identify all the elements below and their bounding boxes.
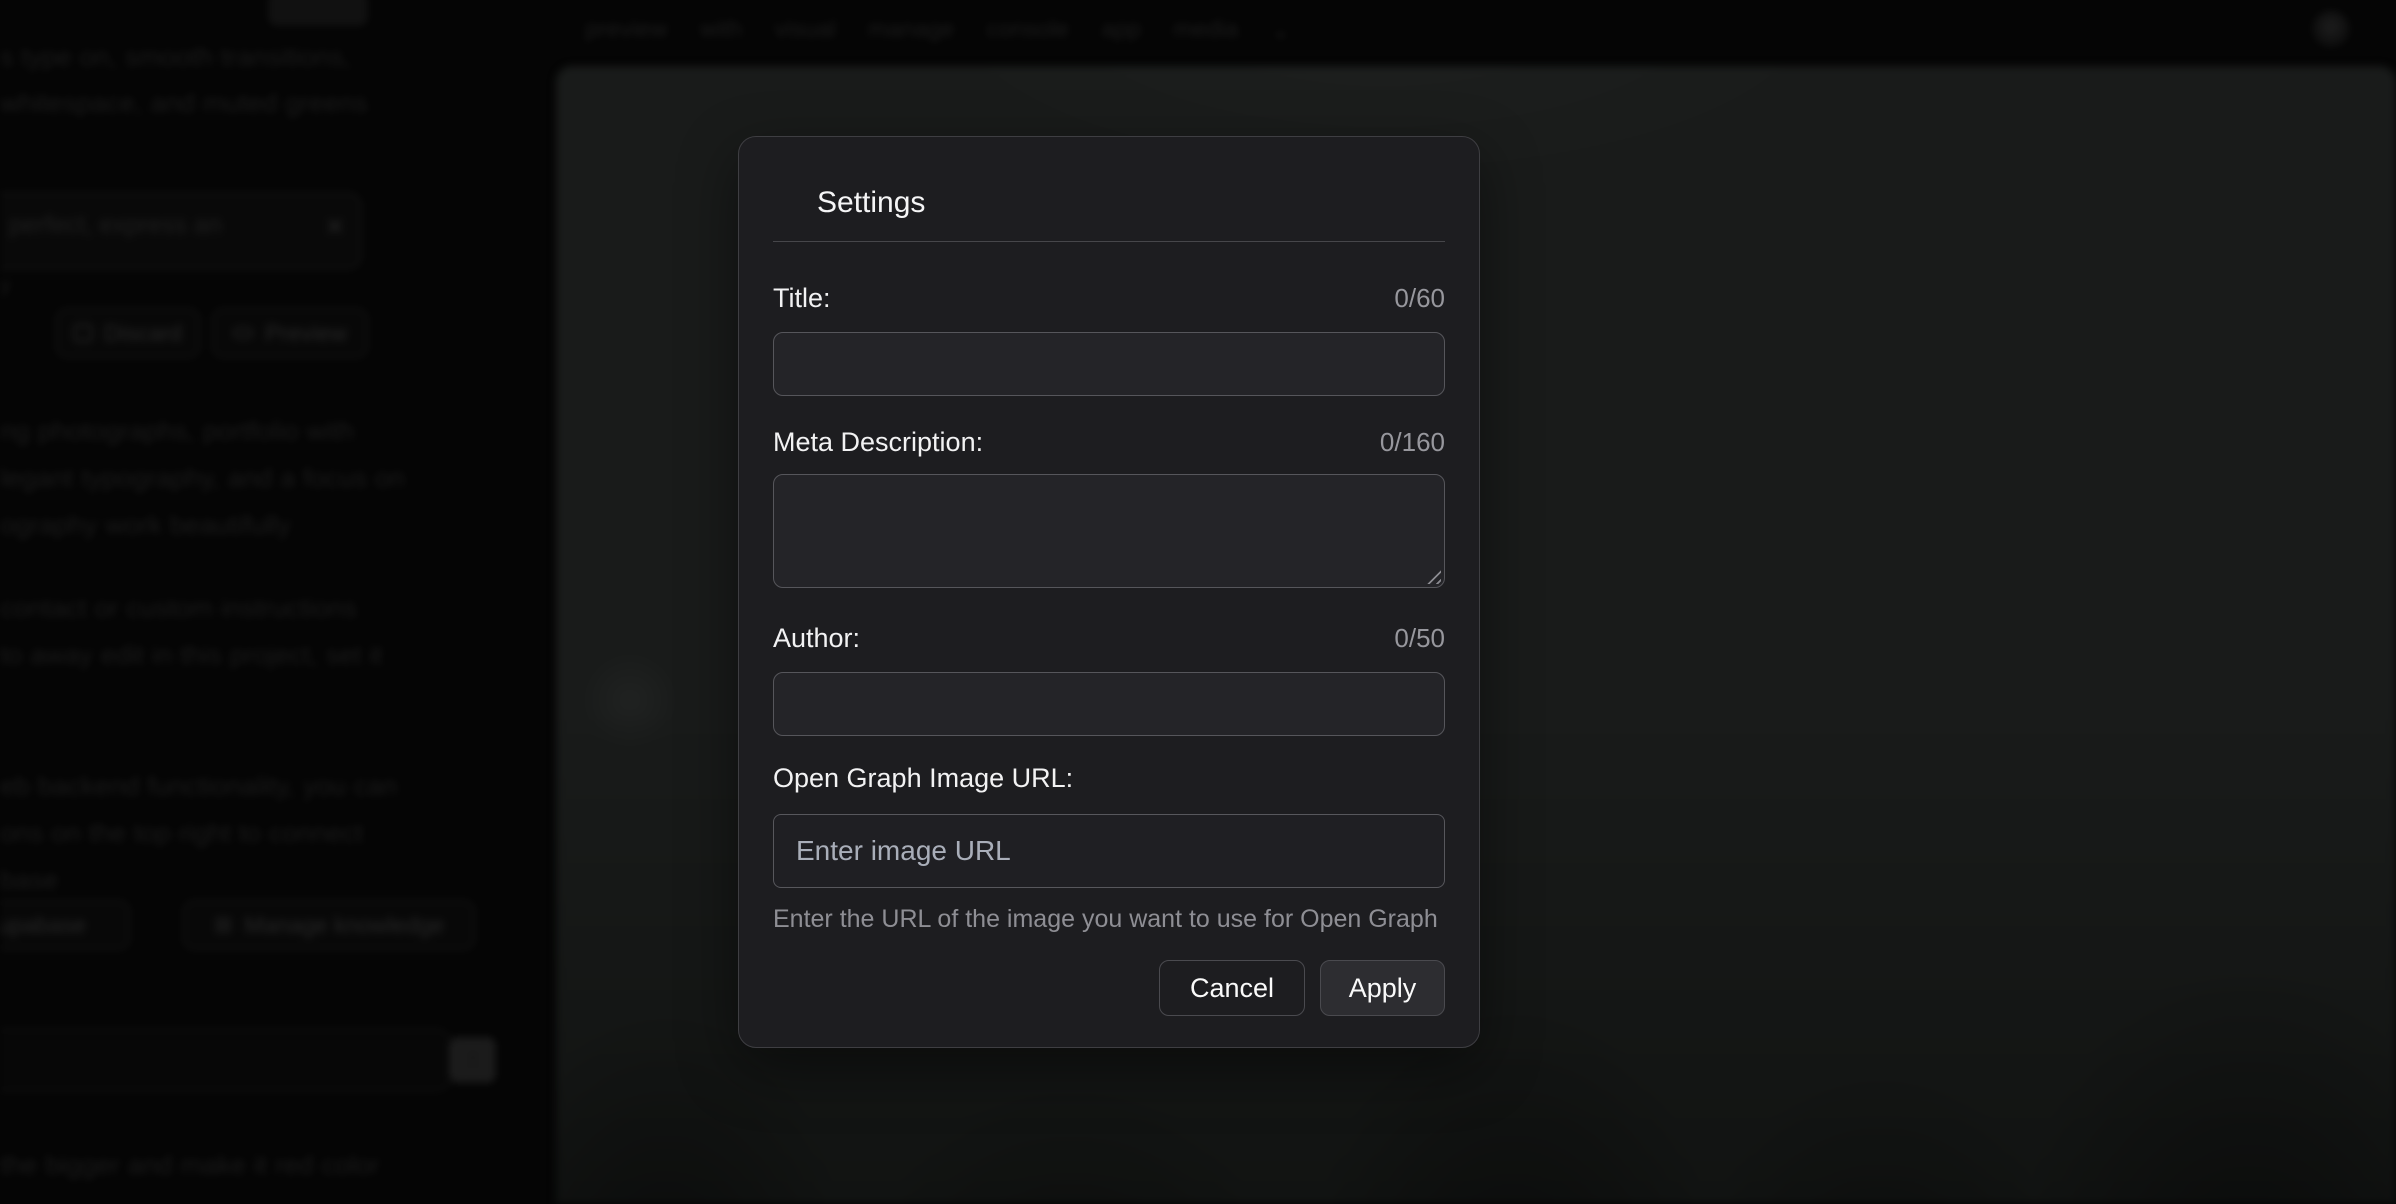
topbar-item: console — [986, 16, 1069, 45]
version-card-text: perfect, express an — [9, 211, 222, 240]
preview-button: Preview — [212, 308, 368, 358]
chevron-down-icon: ⌄ — [1271, 16, 1291, 45]
topbar-item: visual — [774, 16, 835, 45]
cancel-button[interactable]: Cancel — [1159, 960, 1305, 1016]
og-image-helper-text: Enter the URL of the image you want to u… — [773, 904, 1445, 934]
sidebar-divider — [0, 1002, 540, 1003]
eye-icon — [233, 327, 253, 339]
dialog-actions: Cancel Apply — [773, 960, 1445, 1016]
author-input[interactable] — [773, 672, 1445, 736]
discard-button: Discard — [56, 308, 200, 358]
chat-text-fragment: the bigger and make it red color — [0, 1142, 380, 1188]
og-image-input[interactable] — [773, 814, 1445, 888]
author-counter: 0/50 — [1394, 623, 1445, 654]
chat-text-fragment: s type on, smooth transitions, — [0, 34, 351, 80]
title-field-group: Title: 0/60 — [773, 282, 1445, 396]
title-label: Title: — [773, 282, 831, 314]
supabase-button: Supabase — [0, 900, 130, 950]
send-button: ↑ — [450, 1037, 496, 1083]
topbar-item: preview — [585, 16, 668, 45]
send-icon: ↑ — [467, 1046, 479, 1074]
discard-label: Discard — [104, 320, 182, 347]
meta-description-field-group: Meta Description: 0/160 — [773, 426, 1445, 588]
supabase-label: Supabase — [0, 912, 86, 939]
manage-knowledge-button: ⊞ Manage knowledge — [183, 900, 475, 950]
apply-button[interactable]: Apply — [1320, 960, 1445, 1016]
title-input[interactable] — [773, 332, 1445, 396]
meta-description-counter: 0/160 — [1380, 427, 1445, 458]
chat-text-fragment: ng photographs, portfolio with — [0, 408, 354, 454]
title-divider — [773, 241, 1445, 242]
chat-text-fragment: y — [0, 262, 11, 308]
chat-text-fragment: contact or custom instructions — [0, 585, 357, 631]
topbar-item: with — [700, 16, 743, 45]
dialog-title: Settings — [817, 185, 1445, 221]
title-counter: 0/60 — [1394, 283, 1445, 314]
topbar-item: manage — [868, 16, 955, 45]
topbar-item: media — [1173, 16, 1238, 45]
discard-icon — [74, 324, 92, 342]
og-image-field-group: Open Graph Image URL: Enter the URL of t… — [773, 762, 1445, 934]
chat-text-fragment: base — [0, 857, 59, 903]
chat-sidebar: s type on, smooth transitions, whitespac… — [0, 0, 540, 1204]
chat-text-fragment: legant typography, and a focus on — [0, 455, 405, 501]
topbar-menu: preview with visual manage console app m… — [585, 16, 1291, 45]
og-image-label: Open Graph Image URL: — [773, 762, 1073, 794]
chat-input — [0, 1028, 452, 1092]
meta-description-textarea[interactable] — [773, 474, 1445, 588]
avatar — [2312, 10, 2350, 48]
chat-text-fragment: eb backend functionality, you can — [0, 763, 397, 809]
chat-text-fragment: ography work beautifully — [0, 502, 291, 548]
author-field-group: Author: 0/50 — [773, 622, 1445, 736]
manage-knowledge-label: Manage knowledge — [244, 912, 443, 939]
grid-icon: ⊞ — [214, 912, 232, 938]
chat-text-fragment: to away edit in this project, set it — [0, 632, 383, 678]
chat-text-fragment: ons on the top right to connect — [0, 810, 363, 856]
close-icon: ✕ — [325, 213, 345, 242]
version-card: perfect, express an ✕ — [0, 192, 362, 270]
topbar-item: app — [1101, 16, 1141, 45]
meta-description-label: Meta Description: — [773, 426, 983, 458]
settings-dialog: Settings Title: 0/60 Meta Description: 0… — [738, 136, 1480, 1048]
chat-text-fragment: whitespace, and muted greens — [0, 80, 368, 126]
preview-label: Preview — [265, 320, 347, 347]
author-label: Author: — [773, 622, 860, 654]
